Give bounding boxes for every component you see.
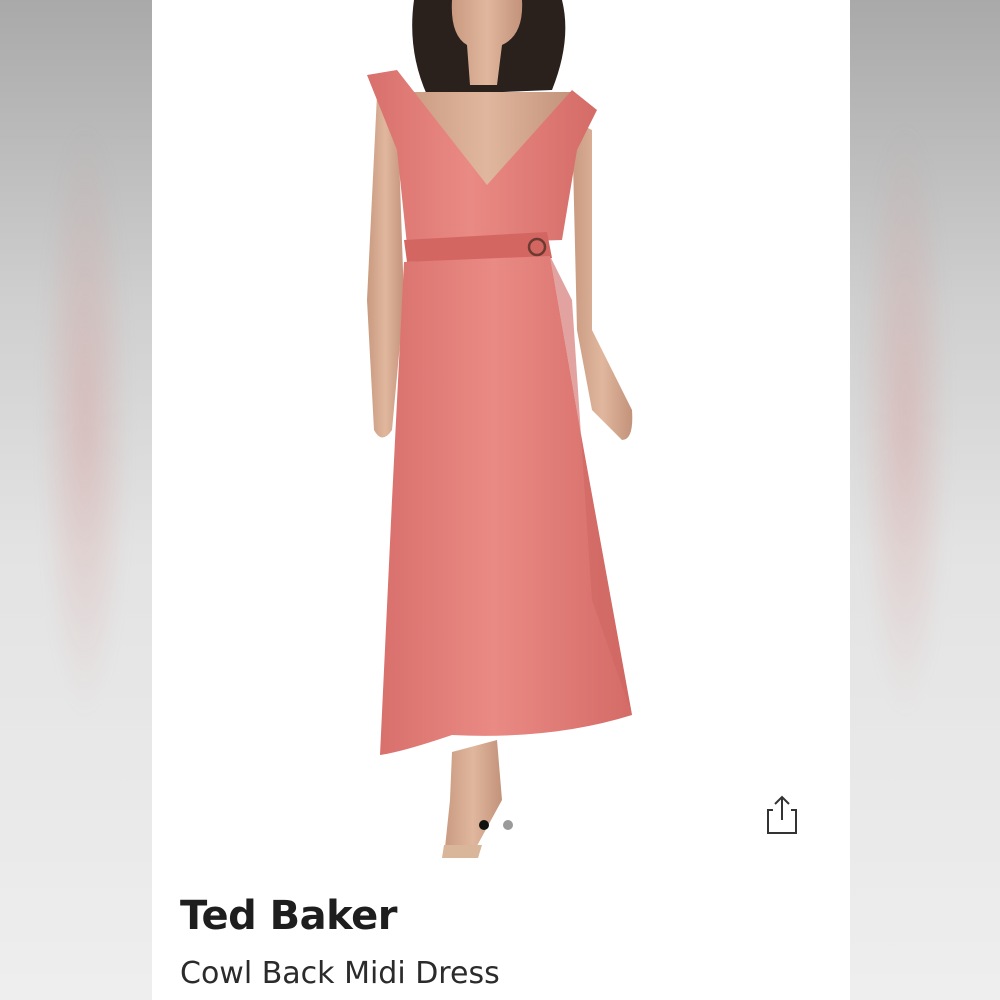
product-image[interactable]: [152, 0, 850, 870]
image-carousel-indicator[interactable]: [479, 820, 513, 830]
carousel-dot[interactable]: [503, 820, 513, 830]
carousel-dot-active[interactable]: [479, 820, 489, 830]
share-icon[interactable]: [762, 793, 802, 837]
blurred-backdrop-right: [850, 0, 1000, 1000]
product-card: Ted Baker Cowl Back Midi Dress: [152, 0, 850, 1000]
screen: Ted Baker Cowl Back Midi Dress: [0, 0, 1000, 1000]
product-title: Cowl Back Midi Dress: [180, 956, 500, 991]
product-brand[interactable]: Ted Baker: [180, 893, 398, 939]
blurred-backdrop-left: [0, 0, 152, 1000]
